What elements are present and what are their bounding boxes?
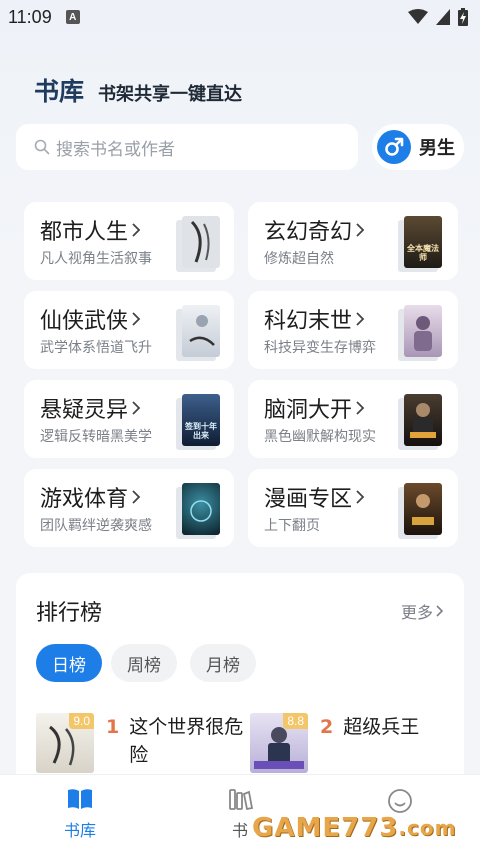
bookshelf-icon (229, 789, 254, 811)
tab-daily[interactable]: 日榜 (36, 644, 102, 682)
category-name: 玄幻奇幻 (264, 214, 365, 246)
ranking-title: 排行榜 (36, 601, 103, 626)
chevron-right-icon (356, 312, 365, 326)
book-cover-image (404, 483, 442, 535)
category-card[interactable]: 脑洞大开 黑色幽默解构现实 (248, 380, 458, 458)
category-desc: 修炼超自然 (264, 251, 334, 267)
score-badge: 9.0 (69, 713, 94, 729)
category-name: 仙侠武侠 (40, 303, 141, 335)
category-cover: 全本魔法师 (398, 216, 448, 272)
score-badge: 8.8 (283, 713, 308, 729)
chevron-right-icon (356, 490, 365, 504)
status-icons (408, 8, 468, 26)
category-desc: 武学体系悟道飞升 (40, 340, 152, 356)
page-subtitle: 书架共享一键直达 (98, 84, 243, 105)
chevron-right-icon (132, 490, 141, 504)
book-cover-image (182, 216, 220, 268)
category-desc: 凡人视角生活叙事 (40, 251, 152, 267)
book-cover-image (182, 305, 220, 357)
category-name-text: 脑洞大开 (264, 398, 353, 423)
nav-label: 书库 (63, 821, 96, 840)
book-title: 这个世界很危险 (129, 716, 244, 766)
category-cover (176, 483, 226, 539)
search-icon (34, 139, 50, 155)
book-cover-image (182, 483, 220, 535)
book-cover-image: 8.8 (250, 713, 308, 773)
chevron-right-icon (356, 401, 365, 415)
gender-toggle-button[interactable]: 男生 (372, 124, 464, 170)
category-cover (398, 394, 448, 450)
chevron-right-icon (132, 312, 141, 326)
male-icon (377, 130, 411, 164)
chevron-right-icon (132, 223, 141, 237)
rank-number: 2 (320, 716, 334, 738)
category-name: 脑洞大开 (264, 392, 365, 424)
category-name-text: 漫画专区 (264, 487, 353, 512)
cover-title: 签到十年出来 (185, 422, 217, 440)
category-name: 漫画专区 (264, 481, 365, 513)
category-desc: 上下翻页 (264, 518, 320, 534)
category-name-text: 游戏体育 (40, 487, 129, 512)
category-card[interactable]: 游戏体育 团队羁绊逆袭爽感 (24, 469, 234, 547)
ranking-more-link[interactable]: 更多 (401, 599, 444, 623)
category-desc: 团队羁绊逆袭爽感 (40, 518, 152, 534)
notification-icon: A (65, 10, 80, 24)
category-cover (176, 305, 226, 361)
search-input[interactable]: 搜索书名或作者 (16, 124, 358, 170)
chevron-right-icon (356, 223, 365, 237)
category-cover (398, 305, 448, 361)
category-name-text: 仙侠武侠 (40, 309, 129, 334)
category-name-text: 科幻末世 (264, 309, 353, 334)
category-name-text: 都市人生 (40, 220, 129, 245)
wifi-icon (408, 9, 428, 24)
ranking-item[interactable]: 9.0 1 这个世界很危险 (36, 713, 245, 773)
category-desc: 科技异变生存博弈 (264, 340, 376, 356)
category-card[interactable]: 都市人生 凡人视角生活叙事 (24, 202, 234, 280)
watermark-text: GAME773 (252, 813, 399, 843)
category-name-text: 悬疑灵异 (40, 398, 129, 423)
ranking-item[interactable]: 8.8 2 超级兵王 (250, 713, 459, 773)
category-cover (176, 216, 226, 272)
book-cover-image (404, 305, 442, 357)
category-cover: 签到十年出来 (176, 394, 226, 450)
category-name-text: 玄幻奇幻 (264, 220, 353, 245)
watermark-logo: GAME773 .com (252, 808, 468, 848)
page-header: 书库 书架共享一键直达 (34, 72, 242, 108)
category-name: 都市人生 (40, 214, 141, 246)
status-time: 11:09 (8, 6, 52, 27)
page-title: 书库 (34, 77, 85, 106)
cover-title: 全本魔法师 (407, 244, 439, 262)
book-cover-image: 全本魔法师 (404, 216, 442, 268)
category-name: 游戏体育 (40, 481, 141, 513)
nav-item-library[interactable]: 书库 (40, 787, 120, 841)
category-card[interactable]: 漫画专区 上下翻页 (248, 469, 458, 547)
category-name: 科幻末世 (264, 303, 365, 335)
book-cover-image: 签到十年出来 (182, 394, 220, 446)
signal-icon (436, 9, 450, 25)
chevron-right-icon (436, 605, 444, 617)
category-name: 悬疑灵异 (40, 392, 141, 424)
rank-number: 1 (106, 716, 120, 738)
battery-icon (458, 8, 468, 26)
book-cover-image (404, 394, 442, 446)
nav-label: 书 (231, 821, 248, 840)
book-cover-image: 9.0 (36, 713, 94, 773)
search-placeholder: 搜索书名或作者 (56, 139, 175, 160)
category-desc: 逻辑反转暗黑美学 (40, 429, 152, 445)
book-title: 超级兵王 (343, 716, 420, 738)
category-card[interactable]: 悬疑灵异 逻辑反转暗黑美学 签到十年出来 (24, 380, 234, 458)
category-card[interactable]: 科幻末世 科技异变生存博弈 (248, 291, 458, 369)
tab-weekly[interactable]: 周榜 (111, 644, 177, 682)
category-cover (398, 483, 448, 539)
tab-monthly[interactable]: 月榜 (190, 644, 256, 682)
status-bar: 11:09 A (0, 0, 480, 34)
chevron-right-icon (132, 401, 141, 415)
gender-label: 男生 (419, 138, 455, 159)
category-desc: 黑色幽默解构现实 (264, 429, 376, 445)
ranking-more-label: 更多 (400, 603, 433, 622)
book-open-icon (68, 789, 92, 809)
category-card[interactable]: 玄幻奇幻 修炼超自然 全本魔法师 (248, 202, 458, 280)
category-card[interactable]: 仙侠武侠 武学体系悟道飞升 (24, 291, 234, 369)
watermark-suffix: .com (398, 816, 457, 840)
